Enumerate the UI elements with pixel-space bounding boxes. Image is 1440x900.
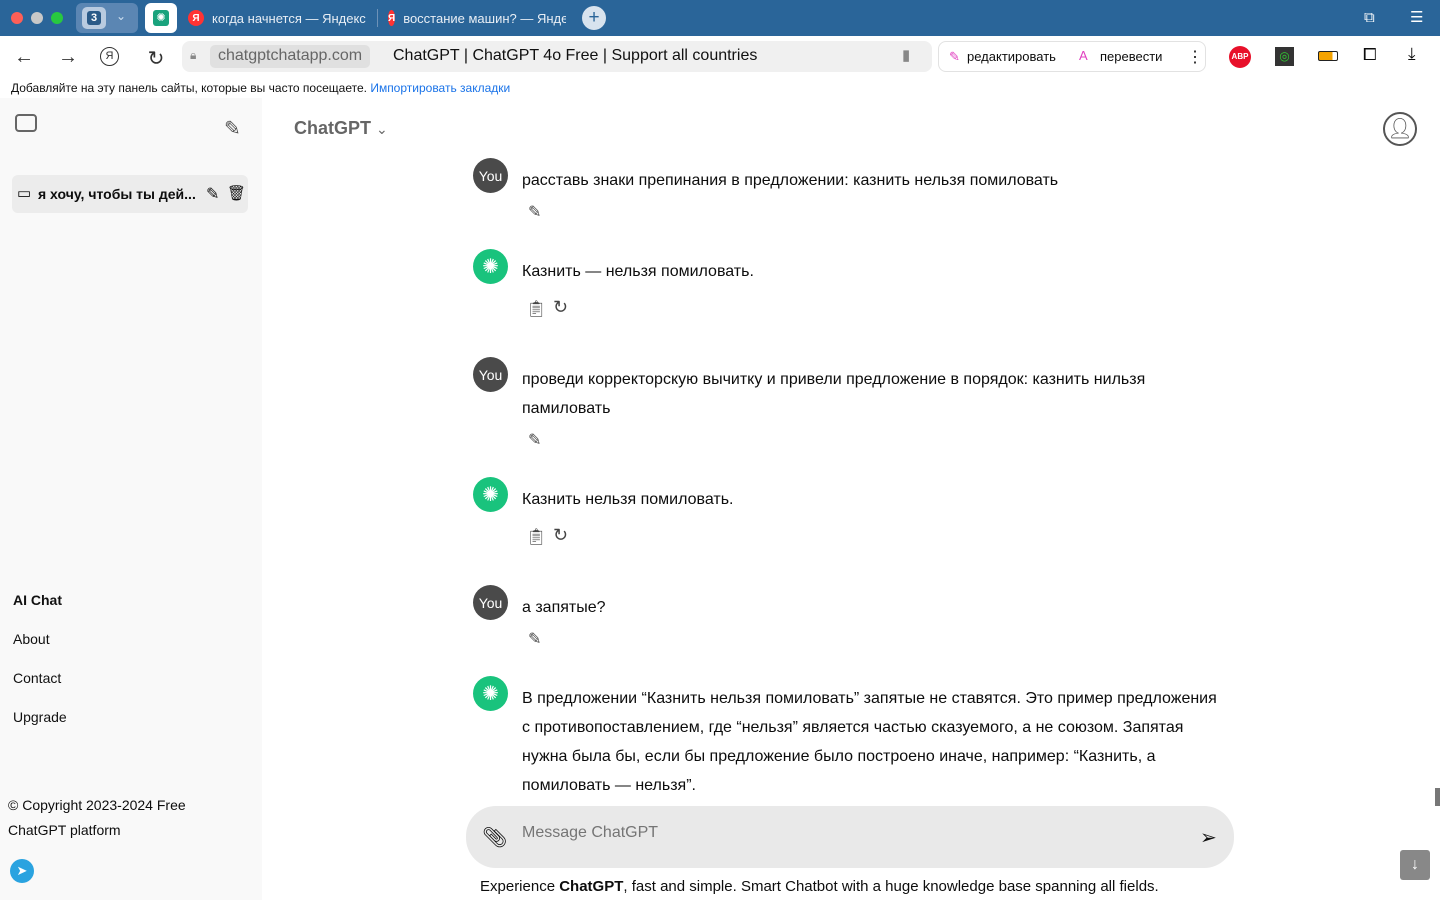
tab-count-badge: 3 — [86, 11, 102, 25]
tab-yandex-1[interactable]: Я когда начнется — Яндекс — [188, 6, 366, 30]
footer-text: Experience — [480, 878, 560, 895]
address-bar[interactable]: 🔒︎ chatgptchatapp.com ChatGPT | ChatGPT … — [182, 41, 932, 72]
toggle-sidebar-icon[interactable] — [15, 114, 37, 132]
message-input[interactable] — [522, 824, 1162, 842]
edit-message-icon[interactable]: ✎ — [528, 430, 541, 450]
tab-group[interactable]: 3 ⌄ — [76, 3, 138, 33]
chatgpt-favicon-icon: ✺ — [153, 10, 169, 26]
user-avatar: You — [473, 158, 508, 193]
regenerate-icon[interactable]: ↻ — [553, 297, 568, 318]
user-message: расставь знаки препинания в предложении:… — [522, 172, 1059, 189]
edit-message-icon[interactable]: ✎ — [528, 629, 541, 649]
assistant-message: Казнить — нельзя помиловать. — [522, 263, 754, 280]
footer-tagline: Experience ChatGPT, fast and simple. Sma… — [480, 878, 1159, 895]
bookmarks-bar: Добавляйте на эту панель сайты, которые … — [0, 76, 1440, 98]
translate-button[interactable]: перевести — [1100, 49, 1162, 64]
sidebar: ✎ ▭ я хочу, чтобы ты дей... ✎ 🗑︎ AI Chat… — [0, 98, 262, 900]
openai-logo-icon: ✺ — [482, 256, 499, 278]
download-icon[interactable]: ⤓ — [1408, 44, 1416, 64]
footer-brand: ChatGPT — [559, 878, 624, 895]
translate-icon: A — [1079, 48, 1088, 63]
user-message: а запятые? — [522, 599, 606, 616]
chevron-down-icon: ⌄ — [116, 9, 127, 23]
edit-icon: ✎ — [949, 49, 960, 64]
assistant-message: В предложении “Казнить нельзя помиловать… — [522, 690, 1217, 794]
new-tab-button[interactable]: + — [582, 6, 606, 30]
tab-label: когда начнется — Яндекс — [212, 10, 366, 26]
forward-icon[interactable]: → — [56, 46, 80, 69]
battery-icon[interactable] — [1318, 51, 1338, 61]
chat-bubble-icon: ▭ — [17, 185, 32, 202]
extension-icon[interactable]: ◎ — [1275, 47, 1294, 66]
edit-button[interactable]: редактировать — [967, 49, 1056, 64]
bookmarks-hint: Добавляйте на эту панель сайты, которые … — [11, 81, 367, 95]
user-message: проведи корректорскую вычитку и привели … — [522, 371, 1146, 417]
scroll-down-button[interactable]: ↓ — [1400, 850, 1430, 880]
new-chat-icon[interactable]: ✎ — [224, 116, 241, 141]
sidebar-link-ai-chat[interactable]: AI Chat — [13, 592, 62, 608]
yandex-icon: Я — [388, 10, 396, 26]
rename-icon[interactable]: ✎ — [206, 184, 219, 204]
attach-icon[interactable]: 📎︎ — [482, 825, 507, 850]
menu-icon[interactable]: ☰ — [1410, 8, 1423, 26]
more-icon[interactable]: ⋮ — [1187, 47, 1203, 67]
chevron-down-icon: ⌄ — [376, 121, 388, 137]
send-icon[interactable]: ➢ — [1200, 825, 1217, 850]
scrollbar-thumb[interactable] — [1435, 788, 1440, 806]
maximize-window-button[interactable] — [51, 12, 63, 24]
footer-text: , fast and simple. Smart Chatbot with a … — [623, 878, 1159, 895]
openai-logo-icon: ✺ — [482, 484, 499, 506]
tab-chatgpt-active[interactable]: ✺ — [145, 3, 177, 33]
reload-icon[interactable]: ↻ — [144, 46, 168, 71]
yandex-icon: Я — [188, 10, 204, 26]
yandex-home-icon[interactable]: Я — [100, 47, 119, 66]
close-window-button[interactable] — [11, 12, 23, 24]
import-bookmarks-link[interactable]: Импортировать закладки — [370, 81, 510, 95]
tab-yandex-2[interactable]: Я восстание машин? — Яндекс — [388, 6, 566, 30]
user-avatar: You — [473, 585, 508, 620]
sidebar-link-contact[interactable]: Contact — [13, 670, 61, 686]
lock-icon: 🔒︎ — [190, 48, 197, 62]
assistant-avatar: ✺ — [473, 249, 508, 284]
tab-label: восстание машин? — Яндекс — [403, 10, 566, 26]
extensions-icon[interactable]: ⧠ — [1363, 45, 1377, 65]
adblock-icon[interactable]: ABP — [1229, 46, 1251, 68]
copy-icon[interactable]: 📋︎ — [526, 299, 546, 319]
bookmark-icon[interactable]: ▮ — [902, 46, 910, 64]
assistant-message: Казнить нельзя помиловать. — [522, 491, 734, 508]
assistant-avatar: ✺ — [473, 676, 508, 711]
bookmarks-icon[interactable]: ⧉ — [1364, 9, 1375, 26]
back-icon[interactable]: ← — [12, 46, 36, 69]
model-name: ChatGPT — [294, 118, 372, 138]
chat-history-item[interactable]: ▭ я хочу, чтобы ты дей... ✎ 🗑︎ — [12, 175, 248, 213]
copy-icon[interactable]: 📋︎ — [526, 527, 546, 547]
user-avatar: You — [473, 357, 508, 392]
telegram-icon[interactable]: ➤ — [10, 859, 34, 883]
trash-icon[interactable]: 🗑︎ — [227, 184, 246, 202]
sidebar-link-upgrade[interactable]: Upgrade — [13, 709, 67, 725]
message-composer: 📎︎ ➢ — [466, 806, 1234, 868]
user-avatar-icon[interactable]: 👤︎ — [1383, 112, 1417, 146]
url-domain[interactable]: chatgptchatapp.com — [210, 45, 371, 68]
model-selector[interactable]: ChatGPT ⌄ — [294, 118, 388, 139]
regenerate-icon[interactable]: ↻ — [553, 525, 568, 546]
browser-tab-bar: 3 ⌄ ✺ Я когда начнется — Яндекс Я восста… — [0, 0, 1440, 36]
edit-message-icon[interactable]: ✎ — [528, 202, 541, 222]
page-title: ChatGPT | ChatGPT 4o Free | Support all … — [393, 47, 758, 64]
page-actions: ✎ редактировать A перевести ⋮ — [938, 41, 1206, 72]
minimize-window-button[interactable] — [31, 12, 43, 24]
sidebar-link-about[interactable]: About — [13, 631, 50, 647]
copyright: © Copyright 2023-2024 Free ChatGPT platf… — [8, 797, 186, 838]
openai-logo-icon: ✺ — [482, 683, 499, 705]
chat-title: я хочу, чтобы ты дей... — [38, 186, 196, 202]
assistant-avatar: ✺ — [473, 477, 508, 512]
